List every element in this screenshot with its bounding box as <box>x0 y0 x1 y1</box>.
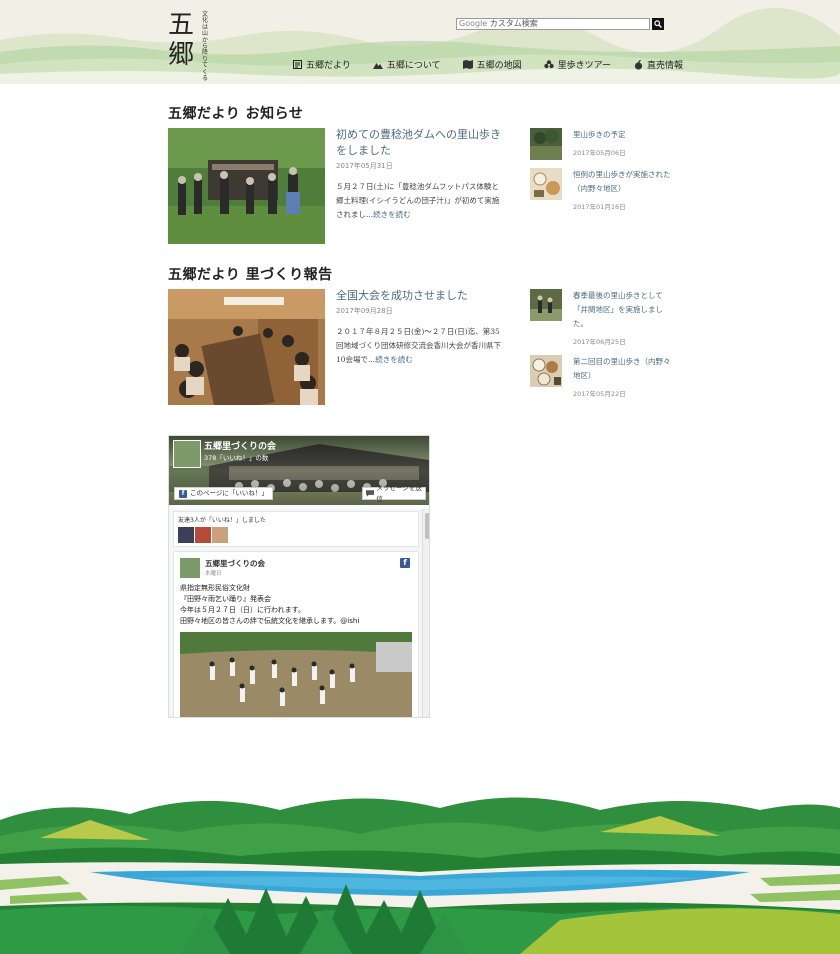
search-icon <box>654 20 662 28</box>
friend-avatar[interactable] <box>212 527 228 543</box>
nav-label: 直売情報 <box>647 61 684 71</box>
facebook-icon: f <box>179 489 187 498</box>
map-icon <box>462 60 473 70</box>
excerpt-text: ２０１７年８月２５日(金)～２７日(日)迄、第35回地域づくり団体研修交流会香川… <box>336 327 501 364</box>
read-more-link[interactable]: 続きを読む <box>375 355 413 364</box>
post-line: 田野々地区の皆さんの絆で伝統文化を継承します。@ishi <box>180 617 360 625</box>
flower-icon <box>543 59 554 70</box>
side-post-title[interactable]: 恒例の里山歩きが実施された（内野々地区） <box>573 168 677 196</box>
friends-like-text: 友達3人が「いいね！」しました <box>178 517 266 524</box>
nav-item-tour[interactable]: 里歩きツアー <box>543 58 612 71</box>
post-author-name[interactable]: 五郷里づくりの会 <box>205 558 265 569</box>
read-more-link[interactable]: 続きを読む <box>373 210 411 219</box>
message-icon <box>366 490 375 497</box>
search-input[interactable]: Google カスタム検索 <box>456 18 650 30</box>
report-post-excerpt: ２０１７年８月２５日(金)～２７日(日)迄、第35回地域づくり団体研修交流会香川… <box>336 325 506 367</box>
excerpt-text: ５月２７日(土)に「豊稔池ダムフットパス体験と郷土料理(イシイうどんの団子汁)」… <box>336 182 500 219</box>
message-button-label: メッセージを送信 <box>376 483 422 503</box>
news-post-thumbnail[interactable] <box>168 128 325 244</box>
site-logo[interactable]: 五 郷 文化は山から降りてくる <box>168 10 212 82</box>
facebook-scrollbar[interactable] <box>422 509 429 717</box>
side-post-date: 2017年06月25日 <box>573 338 626 346</box>
facebook-like-button[interactable]: f このページに「いいね！」 <box>174 487 273 500</box>
side-post-title[interactable]: 第二回目の里山歩き（内野々地区） <box>573 355 677 383</box>
side-post-title[interactable]: 春季最後の里山歩きとして「井関地区」を実施しました。 <box>573 289 677 331</box>
side-post-date: 2017年05月06日 <box>573 149 626 157</box>
nav-item-map[interactable]: 五郷の地図 <box>462 58 522 71</box>
site-header: 五 郷 文化は山から降りてくる Google カスタム検索 五郷だより 五郷につ… <box>0 0 840 84</box>
post-line: 県指定無形民俗文化財 <box>180 584 250 592</box>
facebook-page-avatar[interactable] <box>173 440 201 468</box>
post-line: 今年は５月２７日（日）に行われます。 <box>180 606 305 614</box>
report-post-title[interactable]: 全国大会を成功させました <box>336 288 508 304</box>
search-button[interactable] <box>652 18 664 30</box>
search-placeholder: カスタム検索 <box>489 19 538 28</box>
side-post-thumbnail[interactable] <box>530 355 562 387</box>
side-post-title[interactable]: 里山歩きの予定 <box>573 128 677 142</box>
logo-char-2: 郷 <box>168 40 195 70</box>
side-post-thumbnail[interactable] <box>530 168 562 200</box>
side-post-date: 2017年05月22日 <box>573 390 626 398</box>
nav-item-news[interactable]: 五郷だより <box>292 58 351 71</box>
nav-label: 五郷の地図 <box>476 61 522 71</box>
nav-label: 里歩きツアー <box>557 61 612 71</box>
logo-char-1: 五 <box>168 10 195 40</box>
side-post-date: 2017年01月16日 <box>573 203 626 211</box>
news-post-excerpt: ５月２７日(土)に「豊稔池ダムフットパス体験と郷土料理(イシイうどんの団子汁)」… <box>336 180 506 222</box>
nav-label: 五郷について <box>386 61 441 71</box>
facebook-timeline: 友達3人が「いいね！」しました 五郷里づくりの会 木曜日 f 県指定無形民俗文化… <box>169 509 422 717</box>
vegetable-icon <box>633 59 643 70</box>
side-post-thumbnail[interactable] <box>530 128 562 160</box>
news-section-title: 五郷だより お知らせ <box>168 106 304 122</box>
search-brand: Google <box>459 19 488 28</box>
post-author-avatar[interactable] <box>180 558 200 578</box>
mountain-icon <box>372 60 383 70</box>
friend-avatar[interactable] <box>178 527 194 543</box>
facebook-cover-image[interactable]: 五郷里づくりの会 378「いいね！」の数 f このページに「いいね！」 メッセー… <box>169 436 429 505</box>
search-form: Google カスタム検索 <box>456 18 664 30</box>
facebook-page-name[interactable]: 五郷里づくりの会 <box>204 439 276 452</box>
side-post-thumbnail[interactable] <box>530 289 562 321</box>
main-nav: 五郷だより 五郷について 五郷の地図 里歩きツアー 直売情報 <box>292 58 705 71</box>
nav-item-market[interactable]: 直売情報 <box>633 58 683 71</box>
nav-item-about[interactable]: 五郷について <box>372 58 441 71</box>
newspaper-icon <box>292 60 302 70</box>
post-image[interactable] <box>180 632 412 717</box>
scrollbar-thumb[interactable] <box>425 513 429 539</box>
like-button-label: このページに「いいね！」 <box>190 489 268 497</box>
report-post-thumbnail[interactable] <box>168 289 325 405</box>
post-line: 『田野々雨乞い踊り』発表会 <box>180 595 271 603</box>
news-post-date: 2017年05月31日 <box>336 162 393 170</box>
news-post-title[interactable]: 初めての豊稔池ダムへの里山歩きをしました <box>336 127 508 159</box>
facebook-like-count: 378「いいね！」の数 <box>204 454 269 462</box>
facebook-message-button[interactable]: メッセージを送信 <box>362 484 426 503</box>
post-date[interactable]: 木曜日 <box>205 569 222 577</box>
header-mountain-art <box>0 8 840 84</box>
facebook-friends-like: 友達3人が「いいね！」しました <box>173 511 419 547</box>
logo-tagline: 文化は山から降りてくる <box>202 11 209 83</box>
facebook-post: 五郷里づくりの会 木曜日 f 県指定無形民俗文化財 『田野々雨乞い踊り』発表会 … <box>173 551 419 717</box>
facebook-logo-icon[interactable]: f <box>400 558 410 568</box>
post-text: 県指定無形民俗文化財 『田野々雨乞い踊り』発表会 今年は５月２７日（日）に行われ… <box>180 583 359 627</box>
footer-landscape-illustration <box>0 780 840 954</box>
report-post-date: 2017年09月28日 <box>336 307 393 315</box>
nav-label: 五郷だより <box>306 61 351 71</box>
report-section-title: 五郷だより 里づくり報告 <box>168 267 333 283</box>
facebook-page-widget: 五郷里づくりの会 378「いいね！」の数 f このページに「いいね！」 メッセー… <box>168 435 430 718</box>
friend-avatar[interactable] <box>195 527 211 543</box>
